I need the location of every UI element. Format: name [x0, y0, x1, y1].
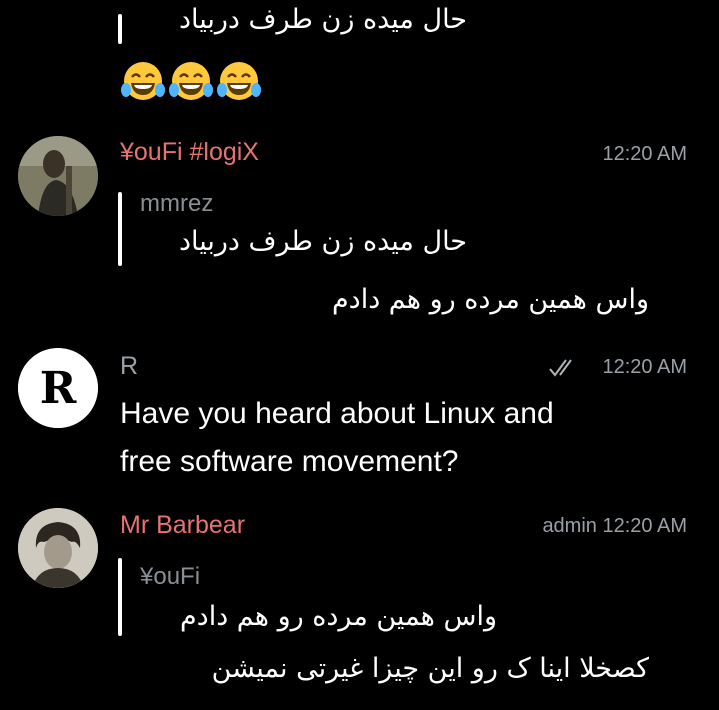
reply-quote-bar	[118, 558, 122, 636]
avatar[interactable]	[18, 136, 98, 216]
double-check-icon	[548, 357, 580, 383]
avatar[interactable]	[18, 508, 98, 588]
reply-text: حال میده زن طرف دربیاد	[178, 226, 467, 257]
message-text: واس همین مرده رو هم دادم	[331, 284, 649, 315]
message-time-with-badge: admin 12:20 AM	[542, 515, 687, 538]
quote-bar	[118, 14, 122, 44]
avatar-letter: R	[40, 363, 77, 414]
reply-quote-bar	[118, 192, 122, 266]
message-text: حال میده زن طرف دربیاد	[178, 4, 467, 35]
sender-name[interactable]: R	[120, 352, 138, 381]
tears-of-joy-emoji-icon	[169, 60, 213, 102]
message-time: 12:20 AM	[602, 143, 687, 165]
tears-of-joy-emoji-icon	[217, 60, 261, 102]
sender-name[interactable]: ¥ouFi #logiX	[120, 138, 259, 167]
message-text-line-2: free software movement?	[120, 445, 459, 478]
laughing-emoji-row	[121, 60, 265, 102]
tears-of-joy-emoji-icon	[121, 60, 165, 102]
sender-name[interactable]: Mr Barbear	[120, 511, 245, 540]
avatar[interactable]: R	[18, 348, 98, 428]
reply-text: واس همین مرده رو هم دادم	[179, 601, 497, 632]
message-text: کصخلا اینا ک رو این چیزا غیرتی نمیشن	[211, 653, 649, 684]
message-time: 12:20 AM	[602, 356, 687, 378]
message-time: 12:20 AM	[602, 515, 687, 537]
reply-sender-name: mmrez	[140, 190, 214, 217]
admin-badge: admin	[542, 515, 597, 537]
message-text-line-1: Have you heard about Linux and	[120, 397, 554, 430]
reply-sender-name: ¥ouFi	[140, 563, 201, 590]
